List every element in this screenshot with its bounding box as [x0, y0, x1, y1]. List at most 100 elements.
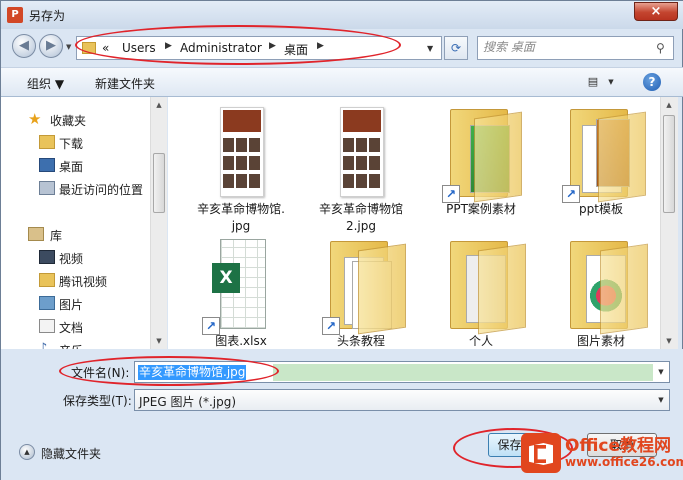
- office-logo-icon: [521, 433, 561, 473]
- nav-item-music[interactable]: ♪ 音乐: [1, 339, 149, 350]
- address-bar[interactable]: « Users ▶ Administrator ▶ 桌面 ▶ ▼: [76, 36, 442, 60]
- file-item[interactable]: X ↗ 图表.xlsx: [182, 229, 300, 349]
- forward-button[interactable]: ▶: [39, 34, 63, 58]
- close-button[interactable]: ×: [634, 2, 678, 21]
- scroll-up-icon[interactable]: ▲: [661, 97, 677, 113]
- nav-item-documents[interactable]: 文档: [1, 316, 149, 336]
- filename-value[interactable]: 辛亥革命博物馆.jpg: [138, 365, 247, 380]
- view-options-icon[interactable]: ▤: [584, 73, 602, 91]
- music-icon: ♪: [39, 341, 48, 350]
- folder-icon: ↗: [302, 237, 420, 335]
- library-icon: [28, 227, 44, 241]
- folder-item[interactable]: 图片素材: [542, 229, 660, 349]
- scroll-thumb[interactable]: [663, 115, 675, 213]
- scroll-down-icon[interactable]: ▼: [151, 333, 167, 349]
- file-name: ppt模板: [579, 202, 623, 216]
- image-thumbnail: [182, 105, 300, 203]
- file-name: 个人: [468, 334, 493, 348]
- file-item[interactable]: 辛亥革命博物馆 2.jpg: [302, 97, 420, 237]
- pictures-icon: [39, 296, 55, 310]
- nav-item-label: 收藏夹: [50, 114, 87, 128]
- excel-file-icon: X ↗: [182, 237, 300, 335]
- view-dropdown-icon[interactable]: ▼: [602, 73, 620, 91]
- folder-item[interactable]: ↗ PPT案例素材: [422, 97, 540, 237]
- search-box[interactable]: ⚲: [477, 36, 674, 60]
- nav-item-label: 库: [50, 229, 63, 243]
- search-icon[interactable]: ⚲: [656, 41, 665, 55]
- nav-item-label: 音乐: [59, 342, 83, 349]
- nav-item-label: 腾讯视频: [59, 275, 108, 289]
- nav-item-label: 下载: [59, 137, 84, 151]
- breadcrumb-separator-icon[interactable]: ▶: [269, 41, 276, 51]
- recent-places-icon: [39, 181, 55, 195]
- nav-item-desktop[interactable]: 桌面: [1, 155, 149, 175]
- nav-item-label: 最近访问的位置: [59, 183, 144, 197]
- breadcrumb-desktop[interactable]: 桌面: [284, 41, 308, 58]
- nav-item-libraries[interactable]: 库: [1, 224, 149, 244]
- folder-item[interactable]: ↗ ppt模板: [542, 97, 660, 237]
- address-dropdown-icon[interactable]: ▼: [427, 44, 433, 53]
- navigation-pane: ★ 收藏夹 下载 桌面 最近访问的位置 库 视频 腾讯视频 图片 文档 ♪: [1, 97, 151, 349]
- folder-icon: [542, 237, 660, 335]
- back-button[interactable]: ◀: [12, 34, 36, 58]
- file-name: 头条教程: [336, 334, 385, 348]
- refresh-button[interactable]: ⟳: [444, 36, 468, 60]
- videos-icon: [39, 250, 55, 264]
- nav-item-pictures[interactable]: 图片: [1, 293, 149, 313]
- filetype-select[interactable]: JPEG 图片 (*.jpg) ▼: [134, 389, 670, 411]
- nav-item-label: 文档: [59, 321, 84, 335]
- nav-item-label: 桌面: [59, 160, 84, 174]
- scroll-up-icon[interactable]: ▲: [151, 97, 167, 113]
- file-item[interactable]: 辛亥革命博物馆. jpg: [182, 97, 300, 237]
- desktop-icon: [39, 158, 55, 172]
- folder-icon: [39, 273, 55, 287]
- star-icon: ★: [28, 110, 42, 128]
- filename-label: 文件名(N):: [71, 366, 130, 380]
- breadcrumb-prefix[interactable]: «: [102, 41, 109, 55]
- organize-menu[interactable]: 组织 ▼: [27, 75, 64, 92]
- nav-item-videos[interactable]: 视频: [1, 247, 149, 267]
- filetype-label: 保存类型(T):: [63, 394, 132, 408]
- filetype-dropdown-icon[interactable]: ▼: [653, 390, 669, 410]
- file-name: 图表.xlsx: [215, 334, 267, 348]
- nav-pane-scrollbar[interactable]: ▲ ▼: [150, 97, 167, 349]
- scroll-down-icon[interactable]: ▼: [661, 333, 677, 349]
- breadcrumb-separator-icon[interactable]: ▶: [317, 41, 324, 51]
- filename-dropdown-icon[interactable]: ▼: [653, 362, 669, 382]
- file-list: 辛亥革命博物馆. jpg 辛亥革命博物馆 2.jpg ↗ PPT案例素材 ↗ p…: [168, 97, 660, 349]
- file-name: PPT案例素材: [446, 202, 516, 216]
- breadcrumb-users[interactable]: Users: [122, 41, 156, 55]
- recent-pages-dropdown[interactable]: ▼: [66, 43, 71, 51]
- watermark-url: www.office26.com: [565, 455, 683, 469]
- folder-item[interactable]: ↗ 头条教程: [302, 229, 420, 349]
- help-button[interactable]: ?: [643, 73, 661, 91]
- dialog-title: 另存为: [29, 9, 66, 23]
- nav-item-downloads[interactable]: 下载: [1, 132, 149, 152]
- save-as-dialog: P 另存为 × ◀ ▶ ▼ « Users ▶ Administrator ▶ …: [0, 0, 683, 480]
- scroll-thumb[interactable]: [153, 153, 165, 213]
- watermark: Office教程网 www.office26.com: [521, 431, 683, 479]
- nav-item-favorites[interactable]: ★ 收藏夹: [1, 109, 149, 129]
- file-list-scrollbar[interactable]: ▲ ▼: [660, 97, 678, 349]
- image-thumbnail: [302, 105, 420, 203]
- breadcrumb-separator-icon[interactable]: ▶: [165, 41, 172, 51]
- excel-icon: X: [212, 263, 240, 293]
- search-input[interactable]: [483, 40, 643, 54]
- folder-icon: [82, 42, 96, 54]
- folder-icon: [422, 237, 540, 335]
- new-folder-button[interactable]: 新建文件夹: [95, 75, 155, 92]
- file-name: 图片素材: [576, 334, 625, 348]
- breadcrumb-administrator[interactable]: Administrator: [180, 41, 262, 55]
- nav-item-label: 图片: [59, 298, 84, 312]
- filetype-value: JPEG 图片 (*.jpg): [139, 395, 237, 409]
- nav-item-tencent-video[interactable]: 腾讯视频: [1, 270, 149, 290]
- documents-icon: [39, 319, 55, 333]
- download-folder-icon: [39, 135, 55, 149]
- powerpoint-icon: P: [7, 7, 23, 23]
- folder-item[interactable]: 个人: [422, 229, 540, 349]
- nav-item-label: 视频: [59, 252, 84, 266]
- nav-item-recent[interactable]: 最近访问的位置: [1, 178, 149, 198]
- watermark-brand: Office教程网: [565, 436, 672, 456]
- hide-folders-label: 隐藏文件夹: [41, 447, 102, 461]
- filename-input[interactable]: 辛亥革命博物馆.jpg ▼: [134, 361, 670, 383]
